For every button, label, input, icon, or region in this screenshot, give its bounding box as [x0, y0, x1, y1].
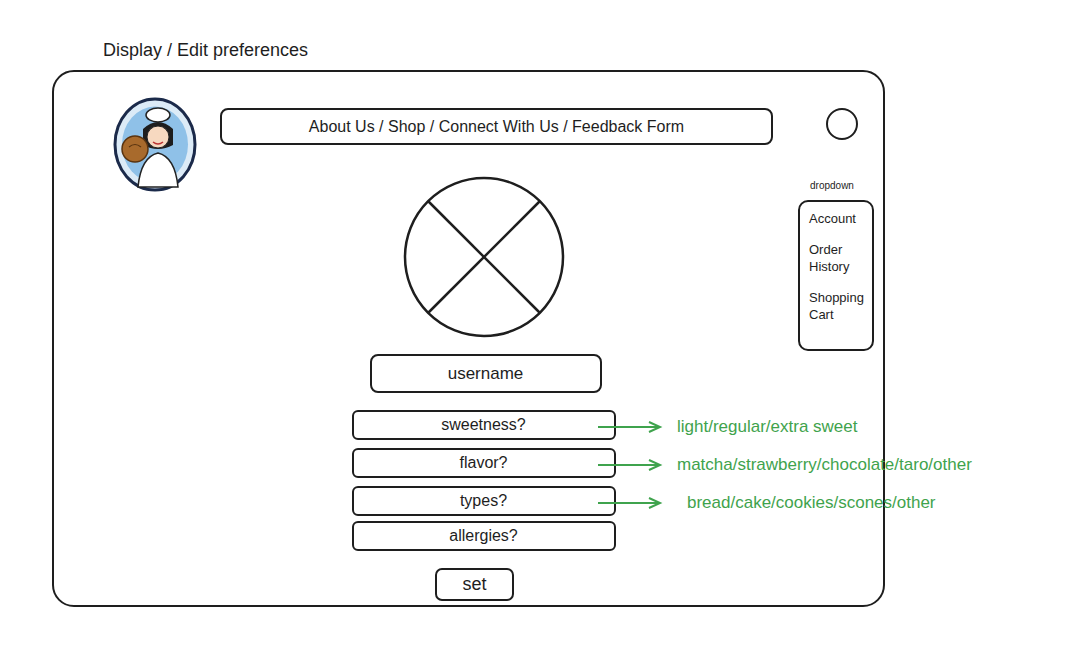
wireframe-frame: About Us / Shop / Connect With Us / Feed…: [52, 70, 885, 607]
preference-field[interactable]: sweetness?: [352, 410, 616, 440]
dropdown-menu: Account Order History Shopping Cart: [798, 200, 874, 351]
arrow-icon: [597, 421, 663, 433]
profile-picture-placeholder-icon[interactable]: [403, 176, 565, 338]
annotations: light/regular/extra sweet matcha/strawber…: [597, 412, 972, 518]
page-title: Display / Edit preferences: [103, 38, 308, 62]
dropdown-item[interactable]: Shopping Cart: [809, 289, 869, 323]
username-field[interactable]: username: [370, 354, 602, 393]
dropdown-item[interactable]: Account: [809, 210, 869, 227]
logo-icon: [113, 97, 197, 192]
annotation-text: light/regular/extra sweet: [677, 414, 857, 440]
set-button[interactable]: set: [435, 568, 514, 601]
dropdown-item[interactable]: Order History: [809, 241, 869, 275]
annotation-row: matcha/strawberry/chocolate/taro/other: [597, 450, 972, 480]
dropdown-label: dropdown: [810, 179, 854, 193]
preferences-column: username sweetness? flavor? types? allergies…: [54, 176, 883, 601]
annotation-row: bread/cake/cookies/scones/other: [597, 488, 972, 518]
preference-field[interactable]: allergies?: [352, 521, 616, 551]
preference-field[interactable]: types?: [352, 486, 616, 516]
annotation-row: light/regular/extra sweet: [597, 412, 972, 442]
page: Display / Edit preferences About Us / Sho…: [0, 0, 1090, 666]
nav-bar[interactable]: About Us / Shop / Connect With Us / Feed…: [220, 108, 773, 145]
account-avatar-button[interactable]: [826, 108, 858, 140]
arrow-icon: [597, 459, 663, 471]
preference-field[interactable]: flavor?: [352, 448, 616, 478]
arrow-icon: [597, 497, 663, 509]
annotation-text: matcha/strawberry/chocolate/taro/other: [677, 452, 972, 478]
annotation-text: bread/cake/cookies/scones/other: [687, 490, 936, 516]
header: About Us / Shop / Connect With Us / Feed…: [54, 72, 883, 192]
